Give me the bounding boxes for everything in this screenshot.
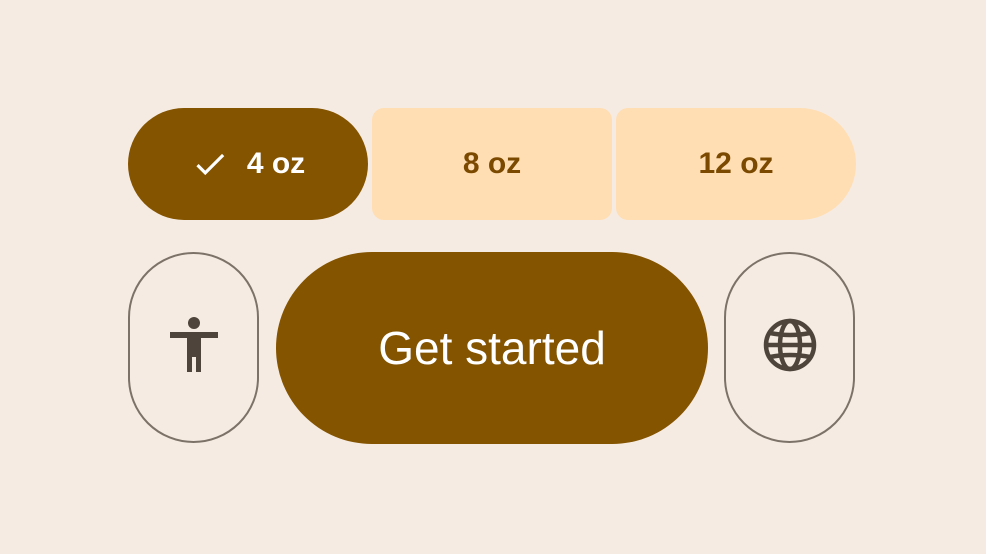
size-option-8oz[interactable]: 8 oz (372, 108, 612, 220)
size-option-label: 8 oz (462, 147, 522, 180)
check-icon (191, 145, 229, 183)
get-started-button[interactable]: Get started (276, 252, 708, 444)
get-started-label: Get started (378, 322, 606, 374)
accessibility-button[interactable] (128, 252, 259, 443)
globe-icon (762, 317, 818, 378)
size-option-label: 4 oz (246, 147, 306, 180)
size-option-label: 12 oz (698, 147, 774, 180)
language-button[interactable] (724, 252, 855, 443)
size-option-12oz[interactable]: 12 oz (616, 108, 856, 220)
size-option-4oz[interactable]: 4 oz (128, 108, 368, 220)
accessibility-icon (168, 317, 220, 378)
size-segmented-control: 4 oz 8 oz 12 oz (128, 108, 856, 220)
